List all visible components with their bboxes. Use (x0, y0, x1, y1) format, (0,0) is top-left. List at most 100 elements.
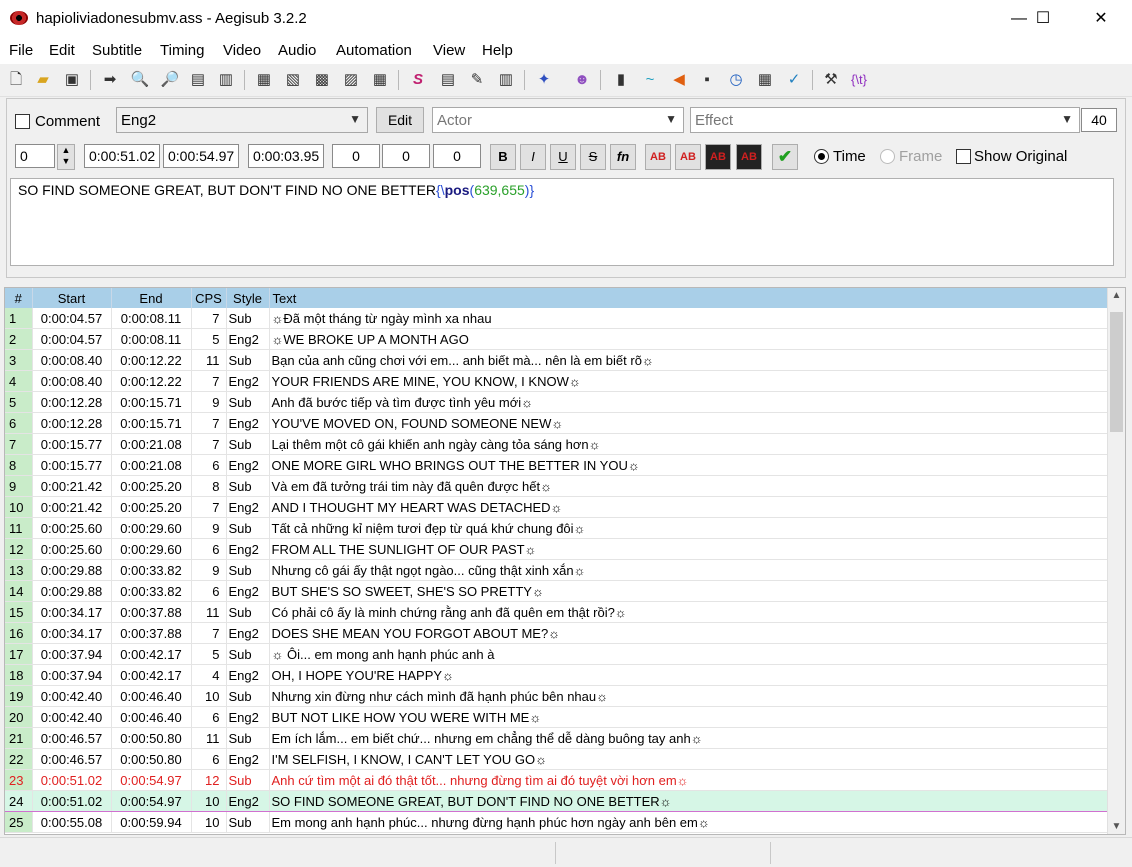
video-detach-icon[interactable]: ▤ (188, 70, 208, 90)
scroll-down-icon[interactable]: ▼ (1108, 821, 1125, 832)
outline-color-button[interactable]: AB (705, 144, 731, 170)
font-button[interactable]: fn (610, 144, 636, 170)
table-row[interactable]: 7 0:00:15.77 0:00:21.08 7 Sub Lại thêm một cô… (5, 433, 1110, 455)
attachments-icon[interactable]: ▩ (312, 70, 332, 90)
menu-view[interactable]: View (433, 42, 465, 59)
zoom-in-icon[interactable]: 🔍 (130, 70, 150, 90)
visual-icon[interactable]: ▦ (755, 70, 775, 90)
table-row[interactable]: 11 0:00:25.60 0:00:29.60 9 Sub Tất cả những k… (5, 517, 1110, 539)
fish-icon[interactable]: ◀ (669, 70, 689, 90)
comment-checkbox[interactable] (15, 114, 30, 129)
duration-field[interactable]: 0:00:03.95 (248, 144, 324, 168)
stop-icon[interactable]: ▪ (697, 70, 717, 90)
table-row[interactable]: 9 0:00:21.42 0:00:25.20 8 Sub Và em đã tưởng … (5, 475, 1110, 497)
col-header-text[interactable]: Text (269, 288, 1110, 308)
margin-vertical-field[interactable]: 0 (433, 144, 481, 168)
maximize-button[interactable]: ☐ (1020, 0, 1066, 38)
table-row[interactable]: 20 0:00:42.40 0:00:46.40 6 Eng2 BUT NOT LIKE … (5, 706, 1110, 728)
open-folder-icon[interactable]: ▰ (33, 70, 53, 90)
table-row[interactable]: 15 0:00:34.17 0:00:37.88 11 Sub Có phải cô ấy… (5, 601, 1110, 623)
styles-manager-icon[interactable]: S (408, 70, 428, 90)
table-row[interactable]: 10 0:00:21.42 0:00:25.20 7 Eng2 AND I THOUGHT… (5, 496, 1110, 518)
menu-audio[interactable]: Audio (278, 42, 316, 59)
translation-icon[interactable]: ▤ (438, 70, 458, 90)
menu-timing[interactable]: Timing (160, 42, 204, 59)
spellcheck-icon[interactable]: ▥ (496, 70, 516, 90)
vertical-scrollbar[interactable]: ▲ ▼ (1107, 288, 1125, 834)
table-row[interactable]: 2 0:00:04.57 0:00:08.11 5 Eng2 ☼WE BROKE UP A… (5, 328, 1110, 350)
shadow-color-button[interactable]: AB (736, 144, 762, 170)
table-row[interactable]: 12 0:00:25.60 0:00:29.60 6 Eng2 FROM ALL THE … (5, 538, 1110, 560)
table-row[interactable]: 22 0:00:46.57 0:00:50.80 6 Eng2 I'M SELFISH, … (5, 748, 1110, 770)
audio-icon[interactable]: ~ (640, 70, 660, 90)
menu-file[interactable]: File (9, 42, 33, 59)
style-select[interactable]: Eng2 ▼ (116, 107, 368, 133)
resample-icon[interactable]: ✎ (467, 70, 487, 90)
frame-radio[interactable] (880, 149, 895, 164)
tag-icon[interactable]: {\t} (849, 70, 869, 90)
show-original-checkbox[interactable] (956, 149, 971, 164)
time-radio[interactable] (814, 149, 829, 164)
table-row[interactable]: 23 0:00:51.02 0:00:54.97 12 Sub Anh cứ tìm mộ… (5, 769, 1110, 791)
subtitle-grid[interactable]: # Start End CPS Style Text 1 0:00:04.57 0:… (4, 287, 1126, 835)
menu-help[interactable]: Help (482, 42, 513, 59)
table-row[interactable]: 6 0:00:12.28 0:00:15.71 7 Eng2 YOU'VE MOVED O… (5, 412, 1110, 434)
menu-automation[interactable]: Automation (336, 42, 412, 59)
check-icon[interactable]: ✓ (784, 70, 804, 90)
col-header-cps[interactable]: CPS (191, 288, 227, 308)
col-header-number[interactable]: # (5, 288, 33, 308)
table-row[interactable]: 24 0:00:51.02 0:00:54.97 10 Eng2 SO FIND SOME… (5, 790, 1110, 812)
secondary-color-button[interactable]: AB (675, 144, 701, 170)
table-row[interactable]: 16 0:00:34.17 0:00:37.88 7 Eng2 DOES SHE MEAN… (5, 622, 1110, 644)
col-header-end[interactable]: End (111, 288, 192, 308)
layer-field[interactable]: 0 (15, 144, 55, 168)
subtitle-text-editor[interactable]: SO FIND SOMEONE GREAT, BUT DON'T FIND NO… (10, 178, 1114, 266)
scrollbar-thumb[interactable] (1110, 312, 1123, 432)
new-file-icon[interactable]: 🗋 (6, 70, 26, 90)
styles-icon[interactable]: ▦ (254, 70, 274, 90)
save-icon[interactable]: ▣ (62, 70, 82, 90)
edit-style-button[interactable]: Edit (376, 107, 424, 133)
actor-combo[interactable]: Actor ▼ (432, 107, 684, 133)
table-row[interactable]: 13 0:00:29.88 0:00:33.82 9 Sub Nhưng cô gái ấ… (5, 559, 1110, 581)
primary-color-button[interactable]: AB (645, 144, 671, 170)
bold-button[interactable]: B (490, 144, 516, 170)
end-time-field[interactable]: 0:00:54.97 (163, 144, 239, 168)
table-row[interactable]: 25 0:00:55.08 0:00:59.94 10 Sub Em mong anh h… (5, 811, 1110, 833)
menu-edit[interactable]: Edit (49, 42, 75, 59)
scroll-up-icon[interactable]: ▲ (1108, 290, 1125, 301)
table-row[interactable]: 4 0:00:08.40 0:00:12.22 7 Eng2 YOUR FRIENDS A… (5, 370, 1110, 392)
automation-icon[interactable]: ▦ (370, 70, 390, 90)
col-header-start[interactable]: Start (32, 288, 112, 308)
video-toggle-icon[interactable]: ▥ (216, 70, 236, 90)
timing-post-icon[interactable]: ☻ (572, 70, 592, 90)
margin-right-field[interactable]: 0 (382, 144, 430, 168)
tools-icon[interactable]: ⚒ (821, 70, 841, 90)
layer-spinner[interactable]: ▲ ▼ (57, 144, 75, 170)
menu-subtitle[interactable]: Subtitle (92, 42, 142, 59)
shift-times-icon[interactable]: ▮ (611, 70, 631, 90)
zoom-out-icon[interactable]: 🔎 (160, 70, 180, 90)
italic-button[interactable]: I (520, 144, 546, 170)
clock-icon[interactable]: ◷ (726, 70, 746, 90)
table-row[interactable]: 5 0:00:12.28 0:00:15.71 9 Sub Anh đã bước tiế… (5, 391, 1110, 413)
table-row[interactable]: 19 0:00:42.40 0:00:46.40 10 Sub Nhưng xin đừn… (5, 685, 1110, 707)
table-row[interactable]: 8 0:00:15.77 0:00:21.08 6 Eng2 ONE MORE GIRL … (5, 454, 1110, 476)
commit-button[interactable]: ✔ (772, 144, 798, 170)
table-row[interactable]: 14 0:00:29.88 0:00:33.82 6 Eng2 BUT SHE'S SO … (5, 580, 1110, 602)
kanji-timer-icon[interactable]: ✦ (534, 70, 554, 90)
margin-left-field[interactable]: 0 (332, 144, 380, 168)
jump-icon[interactable]: ➡ (100, 70, 120, 90)
start-time-field[interactable]: 0:00:51.02 (84, 144, 160, 168)
table-row[interactable]: 21 0:00:46.57 0:00:50.80 11 Sub Em ích lắm...… (5, 727, 1110, 749)
properties-icon[interactable]: ▧ (283, 70, 303, 90)
table-row[interactable]: 3 0:00:08.40 0:00:12.22 11 Sub Bạn của anh cũ… (5, 349, 1110, 371)
table-row[interactable]: 18 0:00:37.94 0:00:42.17 4 Eng2 OH, I HOPE YO… (5, 664, 1110, 686)
fonts-icon[interactable]: ▨ (341, 70, 361, 90)
col-header-style[interactable]: Style (226, 288, 270, 308)
underline-button[interactable]: U (550, 144, 576, 170)
menu-video[interactable]: Video (223, 42, 261, 59)
strikeout-button[interactable]: S (580, 144, 606, 170)
table-row[interactable]: 1 0:00:04.57 0:00:08.11 7 Sub ☼Đã một tháng t… (5, 308, 1110, 329)
close-button[interactable]: ✕ (1078, 0, 1124, 38)
